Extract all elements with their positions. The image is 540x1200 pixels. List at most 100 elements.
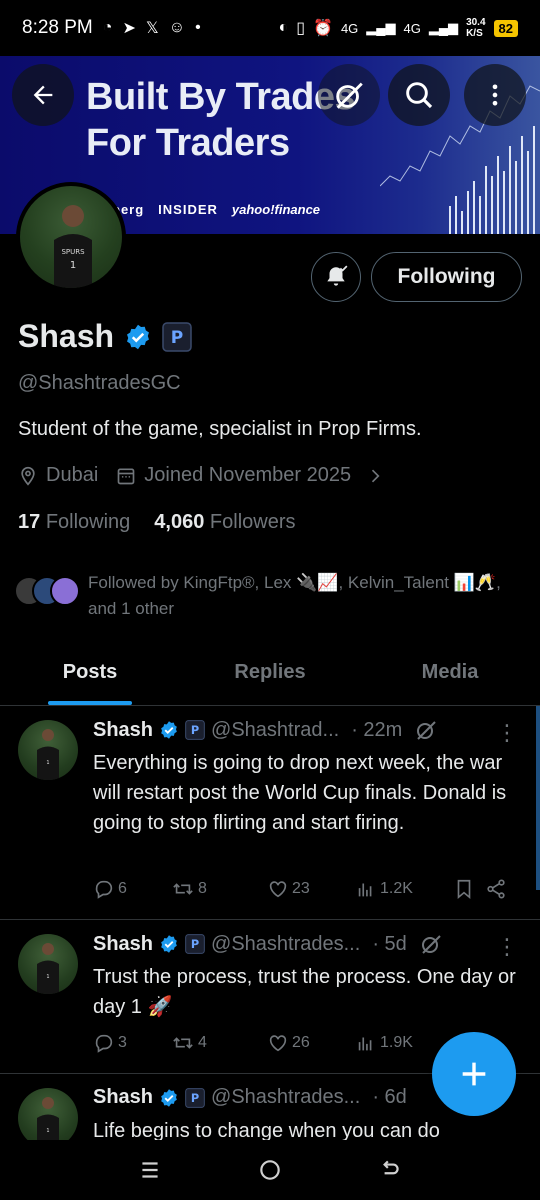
tweet-author-name[interactable]: Shash [93, 1086, 153, 1109]
following-button[interactable]: Following [371, 252, 522, 302]
heart-icon [269, 1035, 287, 1052]
back-button[interactable] [12, 64, 74, 126]
whatsapp-icon: ◔ [102, 19, 113, 36]
tweet-handle: @Shashtrades... [211, 1086, 361, 1108]
alarm-icon: ⏰ [313, 20, 333, 37]
view-count: 1.2K [380, 880, 413, 897]
telegram-icon: ➤ [122, 20, 136, 37]
profile-handle: @ShashtradesGC [18, 372, 181, 394]
back-nav-icon[interactable] [377, 1157, 403, 1183]
tweet-actions: 6 8 23 1.2K [93, 878, 518, 900]
profile-name-row: Shash P [18, 318, 192, 355]
profile-meta: Dubai Joined November 2025 [18, 464, 385, 487]
affiliate-badge-icon[interactable]: P [162, 321, 192, 352]
profile-joined: Joined November 2025 [144, 464, 352, 486]
more-notifications-icon: • [195, 19, 201, 36]
verified-badge-icon[interactable] [124, 323, 152, 351]
followed-by-avatars [14, 576, 80, 606]
svg-text:1: 1 [46, 1128, 49, 1134]
tweet-author-name[interactable]: Shash [93, 933, 153, 956]
search-button[interactable] [388, 64, 450, 126]
reply-button[interactable]: 6 [93, 878, 171, 900]
tweet-more-icon[interactable]: ⋮ [496, 934, 518, 960]
svg-text:P: P [191, 937, 199, 951]
retweet-count: 4 [198, 1034, 207, 1051]
views-button[interactable]: 1.9K [355, 1032, 449, 1054]
status-time: 8:28 PM [22, 17, 93, 38]
tweet-header: Shash P @Shashtrades... · 6d [93, 1086, 407, 1109]
like-count: 26 [292, 1034, 310, 1051]
chevron-right-icon[interactable] [365, 466, 385, 486]
battery-indicator: 82 [493, 19, 518, 37]
system-navigation-bar [0, 1140, 540, 1200]
profile-location: Dubai [46, 464, 99, 486]
avatar-person-graphic: 1 [37, 943, 59, 994]
following-stat[interactable]: 17 Following [18, 511, 130, 534]
like-button[interactable]: 26 [267, 1032, 355, 1054]
share-icon[interactable] [485, 878, 507, 900]
grok-icon[interactable] [414, 718, 438, 742]
svg-text:SPURS: SPURS [61, 248, 85, 256]
compose-post-button[interactable] [432, 1032, 516, 1116]
recent-apps-icon[interactable] [137, 1157, 163, 1183]
followers-stat[interactable]: 4,060 Followers [154, 511, 295, 534]
followed-by-text: Followed by KingFtp®, Lex 🔌📈, Kelvin_Tal… [88, 573, 501, 618]
retweet-button[interactable]: 8 [171, 878, 267, 900]
view-count: 1.9K [380, 1034, 413, 1051]
followed-by[interactable]: Followed by KingFtp®, Lex 🔌📈, Kelvin_Tal… [14, 570, 518, 622]
network-2: 4G [403, 20, 421, 36]
back-arrow-icon [33, 85, 53, 105]
tweet[interactable]: 1 Shash P @Shashtrad... · 22m ⋮ Everythi… [0, 706, 540, 920]
tab-replies[interactable]: Replies [180, 650, 360, 705]
location-pin-icon [21, 466, 35, 486]
views-chart-icon [358, 1037, 372, 1051]
tweet-more-icon[interactable]: ⋮ [496, 720, 518, 746]
profile-tabs: Posts Replies Media [0, 650, 540, 706]
home-icon[interactable] [257, 1157, 283, 1183]
svg-text:P: P [191, 1091, 199, 1105]
more-options-button[interactable] [464, 64, 526, 126]
tweet-header: Shash P @Shashtrades... · 5d [93, 932, 443, 956]
banner-title: Built By Trades For Traders [86, 76, 356, 164]
verified-badge-icon [161, 1088, 177, 1107]
tweet-avatar[interactable]: 1 [18, 1088, 78, 1140]
banner-logos: berg INSIDER yahoo!finance [112, 202, 320, 217]
network-speed: 30.4 K/S [466, 17, 486, 39]
tweet-text: Life begins to change when you can do [93, 1120, 440, 1140]
tweet-avatar[interactable]: 1 [18, 720, 78, 780]
like-button[interactable]: 23 [267, 878, 355, 900]
bookmark-icon[interactable] [453, 878, 475, 900]
grok-icon[interactable] [419, 932, 443, 956]
calendar-icon [117, 468, 135, 484]
affiliate-badge-icon: P [185, 1087, 205, 1108]
profile-name: Shash [18, 318, 115, 354]
tweet-avatar[interactable]: 1 [18, 934, 78, 994]
reply-button[interactable]: 3 [93, 1032, 171, 1054]
tweet-time: · 6d [372, 1086, 407, 1108]
profile-avatar[interactable]: SPURS 1 [16, 182, 126, 292]
avatar-person-graphic: 1 [37, 729, 59, 780]
tweet-author-name[interactable]: Shash [93, 719, 153, 742]
snapchat-icon: ☺ [168, 19, 186, 36]
retweet-button[interactable]: 4 [171, 1032, 267, 1054]
plus-icon [462, 1062, 486, 1086]
verified-badge-icon [161, 935, 177, 953]
tweet-handle: @Shashtrades... [211, 932, 361, 955]
network-1: 4G [340, 20, 359, 36]
banner-logo-insider: INSIDER [158, 202, 218, 217]
heart-icon [269, 881, 287, 898]
more-vertical-icon [492, 84, 498, 106]
reply-count: 3 [118, 1034, 127, 1051]
views-button[interactable]: 1.2K [355, 878, 449, 900]
tweet-text: Trust the process, trust the process. On… [93, 966, 516, 1018]
tweet-time: · 22m [351, 718, 403, 741]
svg-text:1: 1 [46, 974, 49, 980]
tweet-handle: @Shashtrad... [211, 718, 340, 741]
profile-stats: 17 Following 4,060 Followers [18, 511, 296, 534]
grok-button[interactable] [318, 64, 380, 126]
tab-media[interactable]: Media [360, 650, 540, 705]
tab-posts[interactable]: Posts [0, 650, 180, 705]
signal-icon: ▂▄▆ [366, 20, 396, 35]
notifications-bell-button[interactable] [311, 252, 361, 302]
tweet-time: · 5d [372, 932, 407, 955]
